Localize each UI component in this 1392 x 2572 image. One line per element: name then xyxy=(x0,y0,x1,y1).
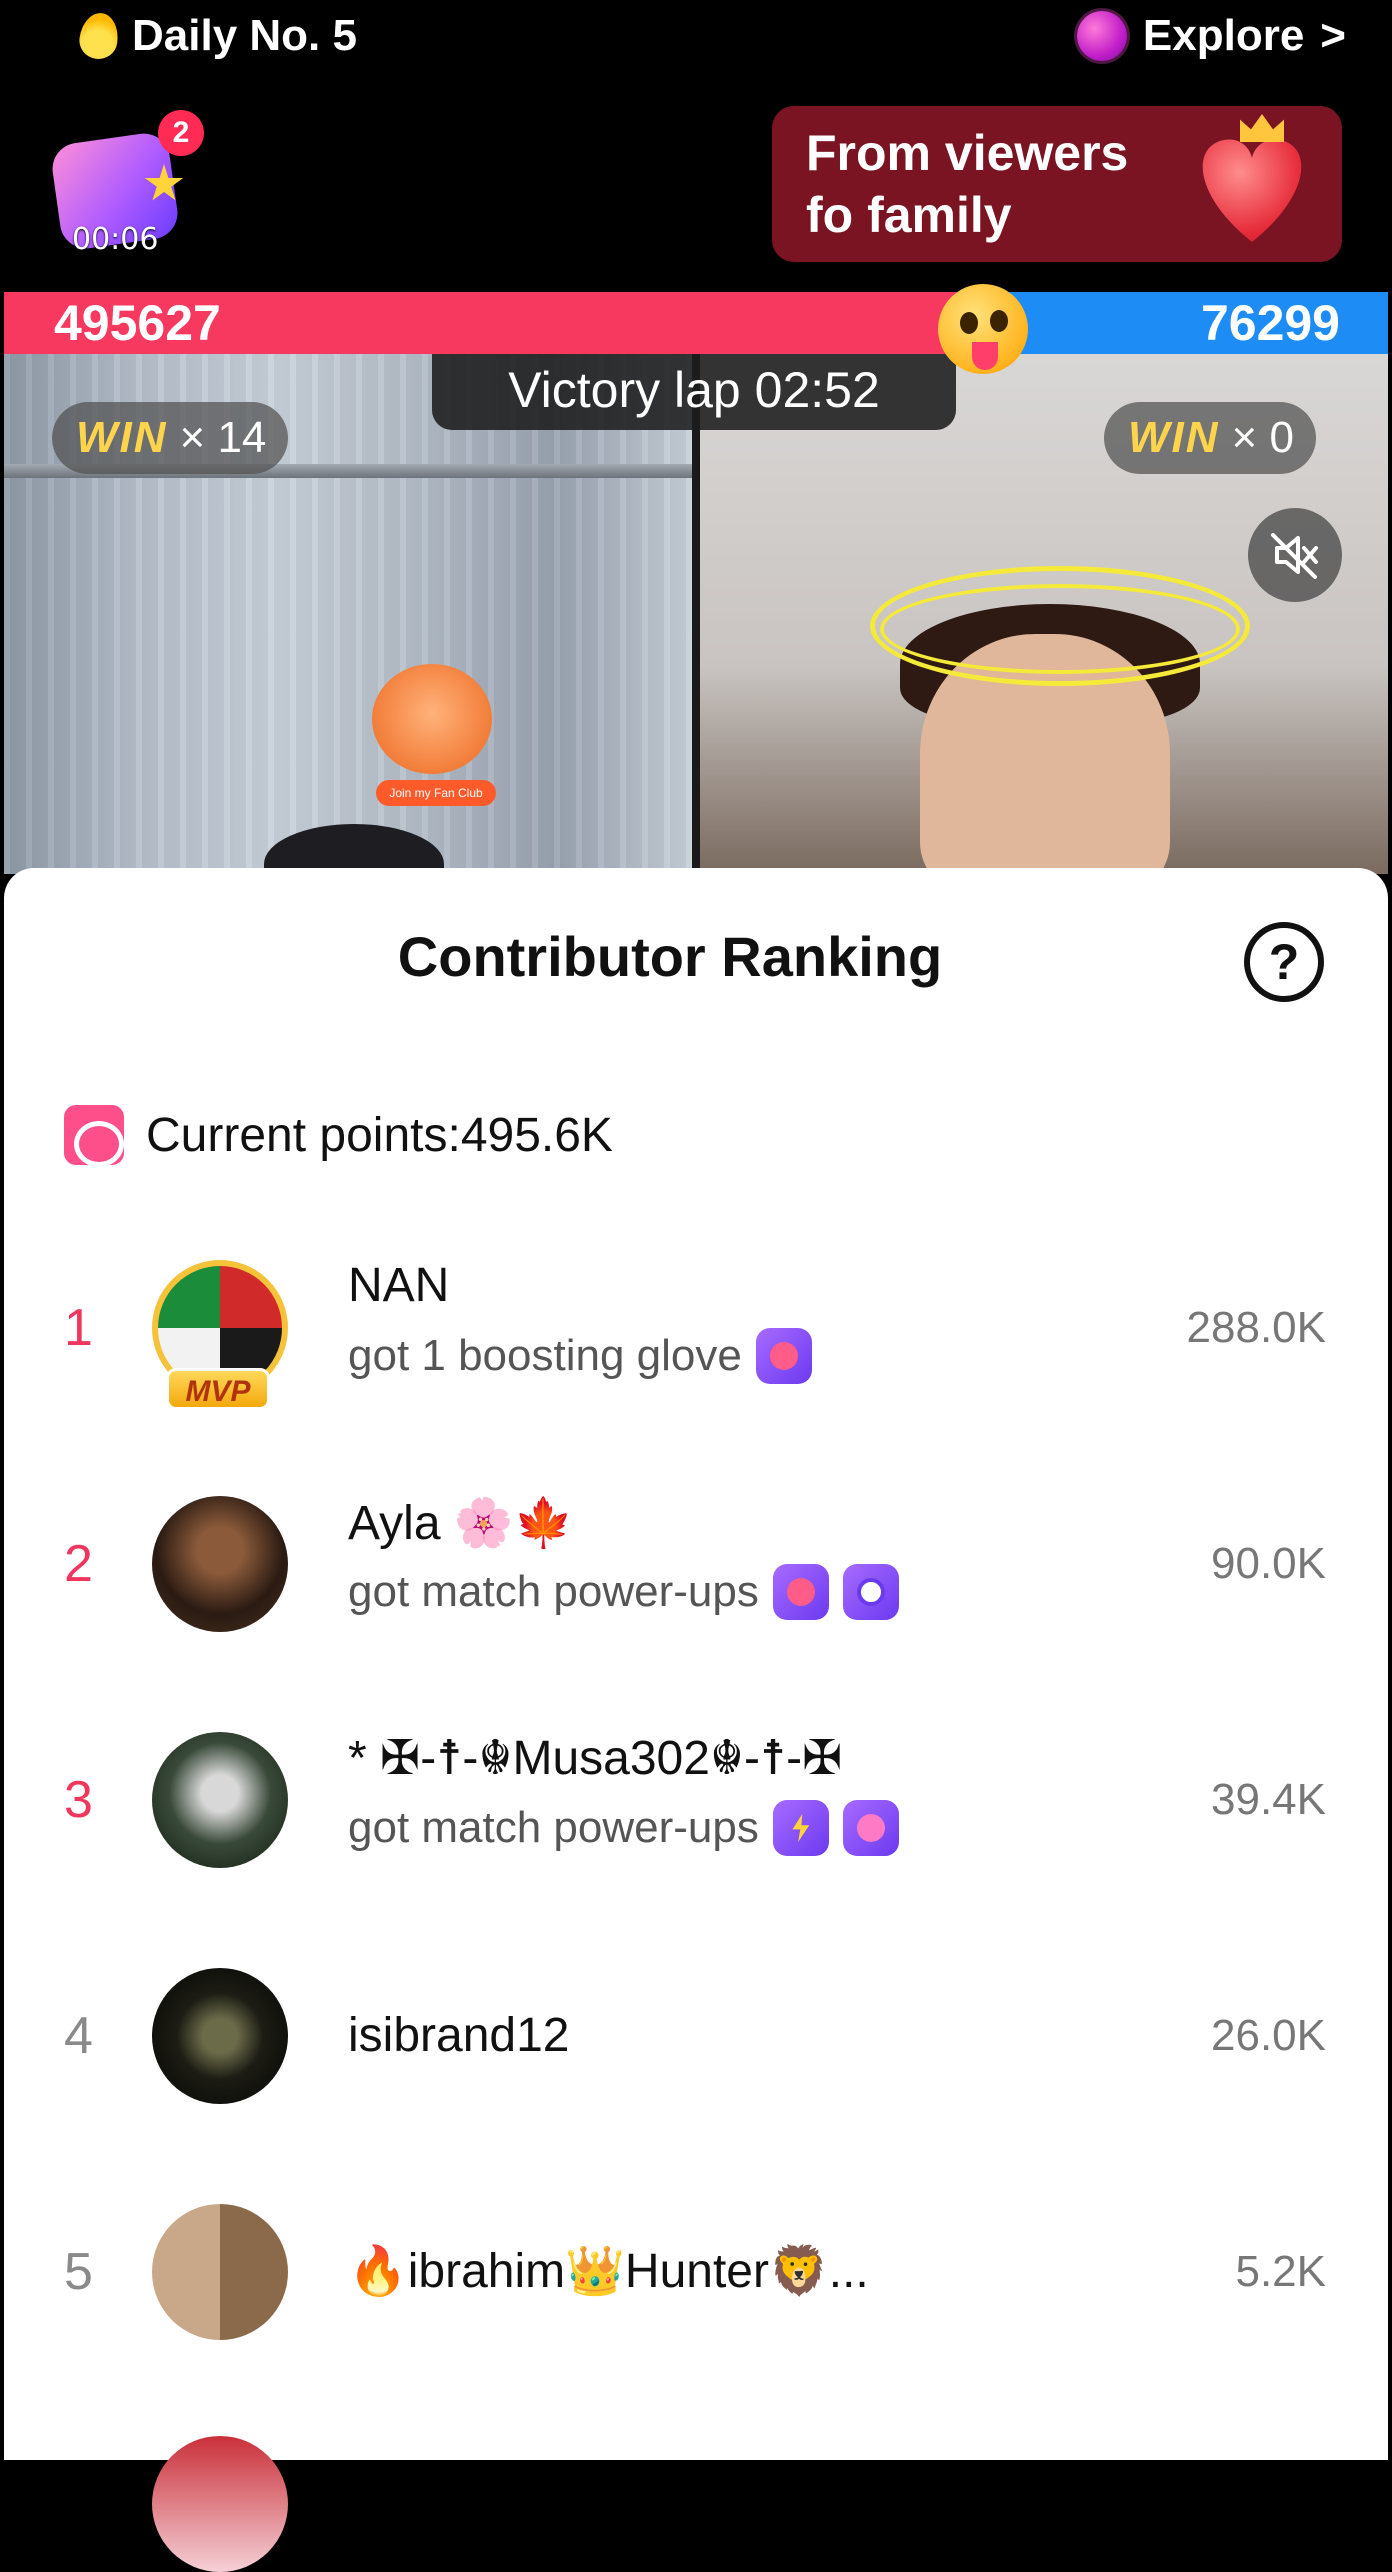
battle-score-bar: 495627 76299 xyxy=(4,292,1388,354)
fan-club-pill: Join my Fan Club xyxy=(376,780,496,806)
speaker-muted-icon xyxy=(1271,533,1318,579)
explore-button[interactable]: Explore > xyxy=(1076,8,1346,64)
reward-text: got match power-ups xyxy=(348,1803,759,1852)
right-score-segment: 76299 xyxy=(989,292,1388,354)
gift-box-icon xyxy=(64,1105,124,1167)
tongue-face-emoji-icon xyxy=(938,284,1028,374)
rank-number: 5 xyxy=(64,2243,93,2301)
boosting-glove-icon xyxy=(755,1328,812,1384)
left-score-segment: 495627 xyxy=(4,292,989,354)
left-win-streak: WIN × 14 xyxy=(52,402,289,474)
fan-club-mascot[interactable]: Join my Fan Club xyxy=(372,664,496,806)
ranking-row[interactable]: 2 Ayla 🌸🍁 got match power-ups 90.0K xyxy=(4,1474,1388,1654)
halo-effect-ring xyxy=(880,584,1240,674)
mvp-badge: MVP xyxy=(166,1368,270,1410)
emoji-tongue xyxy=(972,342,998,370)
daily-label: Daily No. 5 xyxy=(132,11,357,60)
username: 🔥ibrahim👑Hunter🦁... xyxy=(348,2245,869,2298)
rank-number: 2 xyxy=(64,1535,93,1593)
notification-badge: 2 xyxy=(158,110,204,156)
username: NAN xyxy=(348,1259,450,1312)
rank-number: 1 xyxy=(64,1299,93,1357)
avatar[interactable] xyxy=(152,2436,288,2572)
mascot-head xyxy=(372,664,492,774)
sheet-title: Contributor Ranking xyxy=(397,925,943,988)
rank-number: 4 xyxy=(64,2007,93,2065)
daily-ranking-link[interactable]: Daily No. 5 xyxy=(76,8,357,64)
explore-label: Explore xyxy=(1142,11,1305,60)
reward-description: got 1 boosting glove xyxy=(348,1328,812,1384)
contribution-score: 39.4K xyxy=(1211,1775,1326,1824)
current-points-text: Current points:495.6K xyxy=(146,1108,613,1162)
ranking-row[interactable]: 1 MVP NAN got 1 boosting glove 288.0K xyxy=(4,1238,1388,1418)
username: Ayla 🌸🍁 xyxy=(348,1497,574,1550)
username: * ✠-☨-☬Musa302☬-☨-✠ xyxy=(348,1732,843,1785)
right-score: 76299 xyxy=(1200,295,1340,351)
reward-description: got match power-ups xyxy=(348,1800,899,1856)
promo-banner[interactable]: From viewers fo family xyxy=(772,106,1342,262)
contribution-score: 288.0K xyxy=(1186,1303,1326,1352)
reward-text: got match power-ups xyxy=(348,1567,759,1616)
ranking-row[interactable]: 4 isibrand12 26.0K xyxy=(4,1946,1388,2126)
hammer-powerup-icon xyxy=(842,1800,899,1856)
host-head-silhouette xyxy=(264,824,444,874)
top-bar: Daily No. 5 Explore > xyxy=(0,0,1392,72)
win-count: × 0 xyxy=(1231,413,1294,462)
ranking-row[interactable]: 3 * ✠-☨-☬Musa302☬-☨-✠ got match power-up… xyxy=(4,1710,1388,1890)
username: isibrand12 xyxy=(348,2009,570,2062)
timer-powerup-icon xyxy=(842,1564,899,1620)
avatar[interactable] xyxy=(152,1496,288,1632)
contribution-score: 26.0K xyxy=(1211,2011,1326,2060)
emoji-eye xyxy=(990,310,1008,332)
victory-lap-timer: Victory lap 02:52 xyxy=(432,354,956,430)
mute-button[interactable] xyxy=(1248,508,1342,602)
current-points: Current points:495.6K xyxy=(64,1100,613,1170)
video-divider xyxy=(692,354,700,874)
heart-mascot-icon xyxy=(1192,134,1312,244)
lightning-powerup-icon xyxy=(772,1800,829,1856)
rank-number: 3 xyxy=(64,1771,93,1829)
boosting-glove-icon xyxy=(772,1564,829,1620)
contribution-score: 5.2K xyxy=(1235,2247,1326,2296)
win-label: WIN xyxy=(76,413,168,462)
avatar[interactable] xyxy=(152,1732,288,1868)
promo-text: From viewers fo family xyxy=(806,125,1129,243)
reward-text: got 1 boosting glove xyxy=(348,1331,742,1380)
help-button[interactable]: ? xyxy=(1244,922,1324,1002)
emoji-eye xyxy=(960,312,978,334)
win-label: WIN xyxy=(1128,413,1220,462)
left-score: 495627 xyxy=(54,295,221,351)
planet-icon xyxy=(1076,11,1127,61)
avatar[interactable] xyxy=(152,1968,288,2104)
flame-icon xyxy=(76,10,122,62)
reward-description: got match power-ups xyxy=(348,1564,899,1620)
right-win-streak: WIN × 0 xyxy=(1104,402,1316,474)
chevron-right-icon: > xyxy=(1320,11,1346,60)
avatar[interactable] xyxy=(152,2204,288,2340)
win-count: × 14 xyxy=(179,413,267,462)
contributor-ranking-sheet: Contributor Ranking ? Current points:495… xyxy=(4,868,1388,2572)
crown-icon xyxy=(1240,114,1284,142)
contribution-score: 90.0K xyxy=(1211,1539,1326,1588)
treasure-timer: 00:06 xyxy=(72,222,159,257)
ranking-row[interactable]: 5 🔥ibrahim👑Hunter🦁... 5.2K xyxy=(4,2182,1388,2362)
